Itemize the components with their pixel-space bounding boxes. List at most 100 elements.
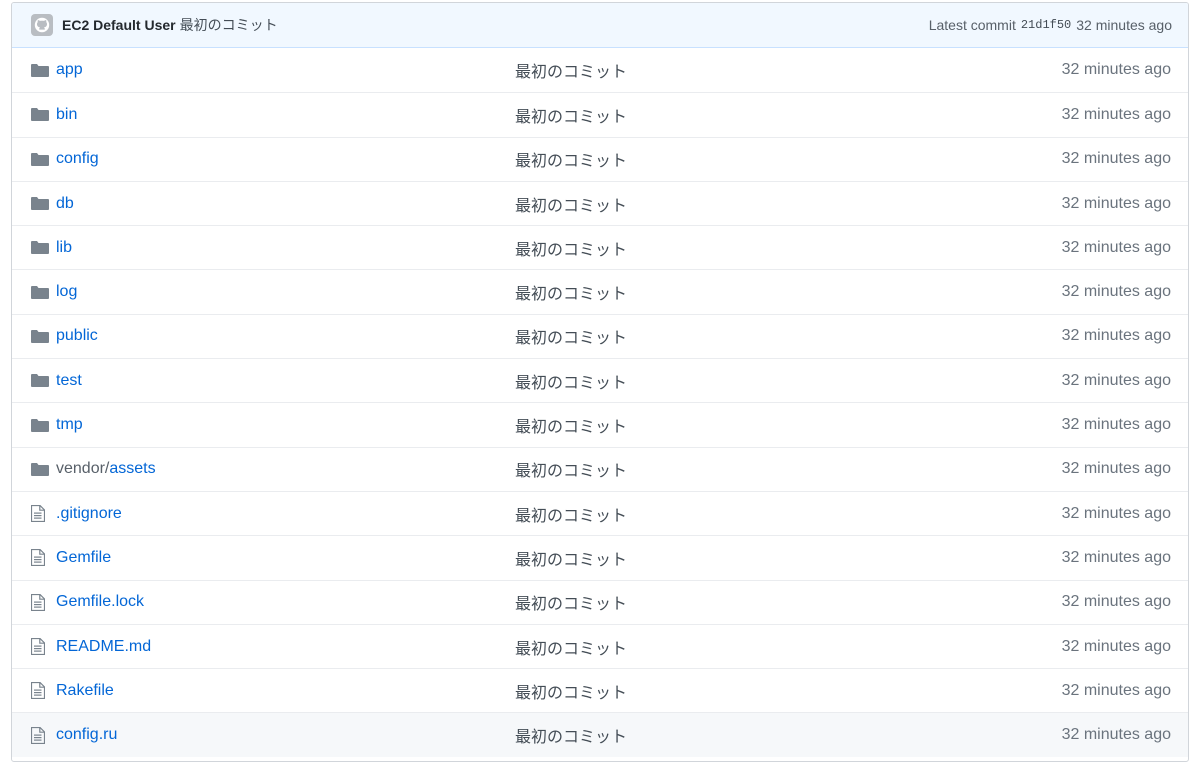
commit-tease: EC2 Default User 最初のコミット Latest commit 2… [12, 3, 1188, 48]
file-row[interactable]: vendor/assets 最初のコミット 32 minutes ago [12, 446, 1188, 491]
file-row[interactable]: app 最初のコミット 32 minutes ago [12, 48, 1188, 92]
file-row[interactable]: bin 最初のコミット 32 minutes ago [12, 92, 1188, 136]
commit-message-link[interactable]: 最初のコミット [515, 280, 1062, 304]
file-text-icon [31, 505, 56, 523]
file-text-icon [31, 593, 56, 611]
commit-author[interactable]: EC2 Default User [62, 17, 176, 33]
file-name[interactable]: Gemfile [56, 549, 111, 566]
file-name[interactable]: test [56, 372, 82, 389]
file-text-icon [31, 726, 56, 744]
folder-icon [31, 196, 56, 211]
commit-age: 32 minutes ago [1061, 416, 1171, 434]
file-name-link[interactable]: bin [56, 106, 515, 124]
file-name-link[interactable]: config.ru [56, 726, 515, 744]
file-row[interactable]: test 最初のコミット 32 minutes ago [12, 358, 1188, 402]
commit-message-link[interactable]: 最初のコミット [515, 413, 1062, 437]
commit-message-link[interactable]: 最初のコミット [515, 457, 1062, 481]
file-name-link[interactable]: app [56, 61, 515, 79]
commit-age: 32 minutes ago [1061, 637, 1171, 655]
commit-age: 32 minutes ago [1061, 327, 1171, 345]
file-table: EC2 Default User 最初のコミット Latest commit 2… [11, 2, 1189, 762]
file-name[interactable]: public [56, 327, 98, 344]
commit-message-link[interactable]: 最初のコミット [515, 679, 1062, 703]
file-row[interactable]: Rakefile 最初のコミット 32 minutes ago [12, 668, 1188, 712]
file-text-icon [31, 549, 56, 567]
file-name-link[interactable]: test [56, 372, 515, 390]
file-name-link[interactable]: Gemfile.lock [56, 593, 515, 611]
path-prefix: vendor/ [56, 460, 110, 478]
github-icon [34, 17, 50, 33]
file-name[interactable]: assets [109, 460, 155, 477]
commit-age: 32 minutes ago [1061, 593, 1171, 611]
file-row[interactable]: .gitignore 最初のコミット 32 minutes ago [12, 490, 1188, 535]
commit-message-link[interactable]: 最初のコミット [515, 590, 1062, 614]
commit-age: 32 minutes ago [1061, 681, 1171, 699]
file-name[interactable]: Gemfile.lock [56, 593, 144, 610]
commit-message-link[interactable]: 最初のコミット [515, 58, 1062, 82]
file-row[interactable]: log 最初のコミット 32 minutes ago [12, 269, 1188, 313]
file-name[interactable]: README.md [56, 638, 151, 655]
avatar[interactable] [31, 14, 53, 36]
commit-age: 32 minutes ago [1061, 504, 1171, 522]
file-row[interactable]: README.md 最初のコミット 32 minutes ago [12, 623, 1188, 668]
file-row[interactable]: lib 最初のコミット 32 minutes ago [12, 225, 1188, 269]
commit-message[interactable]: 最初のコミット [180, 15, 278, 35]
commit-age: 32 minutes ago [1061, 548, 1171, 566]
folder-icon [31, 329, 56, 344]
file-name[interactable]: config [56, 150, 99, 167]
folder-icon [31, 462, 56, 477]
file-row[interactable]: Gemfile.lock 最初のコミット 32 minutes ago [12, 579, 1188, 624]
commit-age: 32 minutes ago [1061, 460, 1171, 478]
file-name[interactable]: log [56, 283, 77, 300]
commit-age: 32 minutes ago [1061, 283, 1171, 301]
commit-sha[interactable]: 21d1f50 [1021, 18, 1071, 32]
file-text-icon [31, 682, 56, 700]
file-name-link[interactable]: log [56, 283, 515, 301]
file-name-link[interactable]: vendor/assets [56, 460, 515, 478]
file-name[interactable]: lib [56, 239, 72, 256]
commit-message-link[interactable]: 最初のコミット [515, 236, 1062, 260]
file-name-link[interactable]: README.md [56, 638, 515, 656]
commit-message-link[interactable]: 最初のコミット [515, 369, 1062, 393]
commit-message-link[interactable]: 最初のコミット [515, 103, 1062, 127]
file-name-link[interactable]: lib [56, 239, 515, 257]
folder-icon [31, 107, 56, 122]
folder-icon [31, 285, 56, 300]
file-name-link[interactable]: config [56, 150, 515, 168]
file-name[interactable]: .gitignore [56, 505, 122, 522]
commit-age: 32 minutes ago [1061, 150, 1171, 168]
file-name[interactable]: db [56, 195, 74, 212]
file-name-link[interactable]: Gemfile [56, 549, 515, 567]
file-name[interactable]: app [56, 61, 83, 78]
latest-commit-label: Latest commit [928, 17, 1016, 33]
commit-age: 32 minutes ago [1061, 371, 1171, 389]
file-row[interactable]: public 最初のコミット 32 minutes ago [12, 313, 1188, 358]
file-name-link[interactable]: .gitignore [56, 505, 515, 523]
commit-age: 32 minutes ago [1061, 194, 1171, 212]
commit-message-link[interactable]: 最初のコミット [515, 324, 1062, 348]
file-name[interactable]: tmp [56, 416, 83, 433]
file-name-link[interactable]: Rakefile [56, 682, 515, 700]
commit-message-link[interactable]: 最初のコミット [515, 635, 1062, 659]
file-name[interactable]: config.ru [56, 726, 117, 743]
file-name[interactable]: Rakefile [56, 682, 114, 699]
file-text-icon [31, 638, 56, 655]
commit-age: 32 minutes ago [1061, 61, 1171, 79]
folder-icon [31, 373, 56, 388]
commit-message-link[interactable]: 最初のコミット [515, 192, 1062, 216]
commit-message-link[interactable]: 最初のコミット [515, 147, 1062, 171]
file-row[interactable]: config.ru 最初のコミット 32 minutes ago [12, 712, 1188, 757]
file-row[interactable]: db 最初のコミット 32 minutes ago [12, 180, 1188, 225]
file-row[interactable]: Gemfile 最初のコミット 32 minutes ago [12, 535, 1188, 579]
commit-message-link[interactable]: 最初のコミット [515, 502, 1062, 526]
commit-age: 32 minutes ago [1061, 238, 1171, 256]
file-name-link[interactable]: tmp [56, 416, 515, 434]
commit-message-link[interactable]: 最初のコミット [515, 723, 1062, 747]
file-row[interactable]: config 最初のコミット 32 minutes ago [12, 136, 1188, 181]
commit-message-link[interactable]: 最初のコミット [515, 546, 1062, 570]
file-name-link[interactable]: public [56, 327, 515, 345]
file-name[interactable]: bin [56, 106, 77, 123]
file-name-link[interactable]: db [56, 195, 515, 213]
file-row[interactable]: tmp 最初のコミット 32 minutes ago [12, 402, 1188, 446]
folder-icon [31, 240, 56, 255]
